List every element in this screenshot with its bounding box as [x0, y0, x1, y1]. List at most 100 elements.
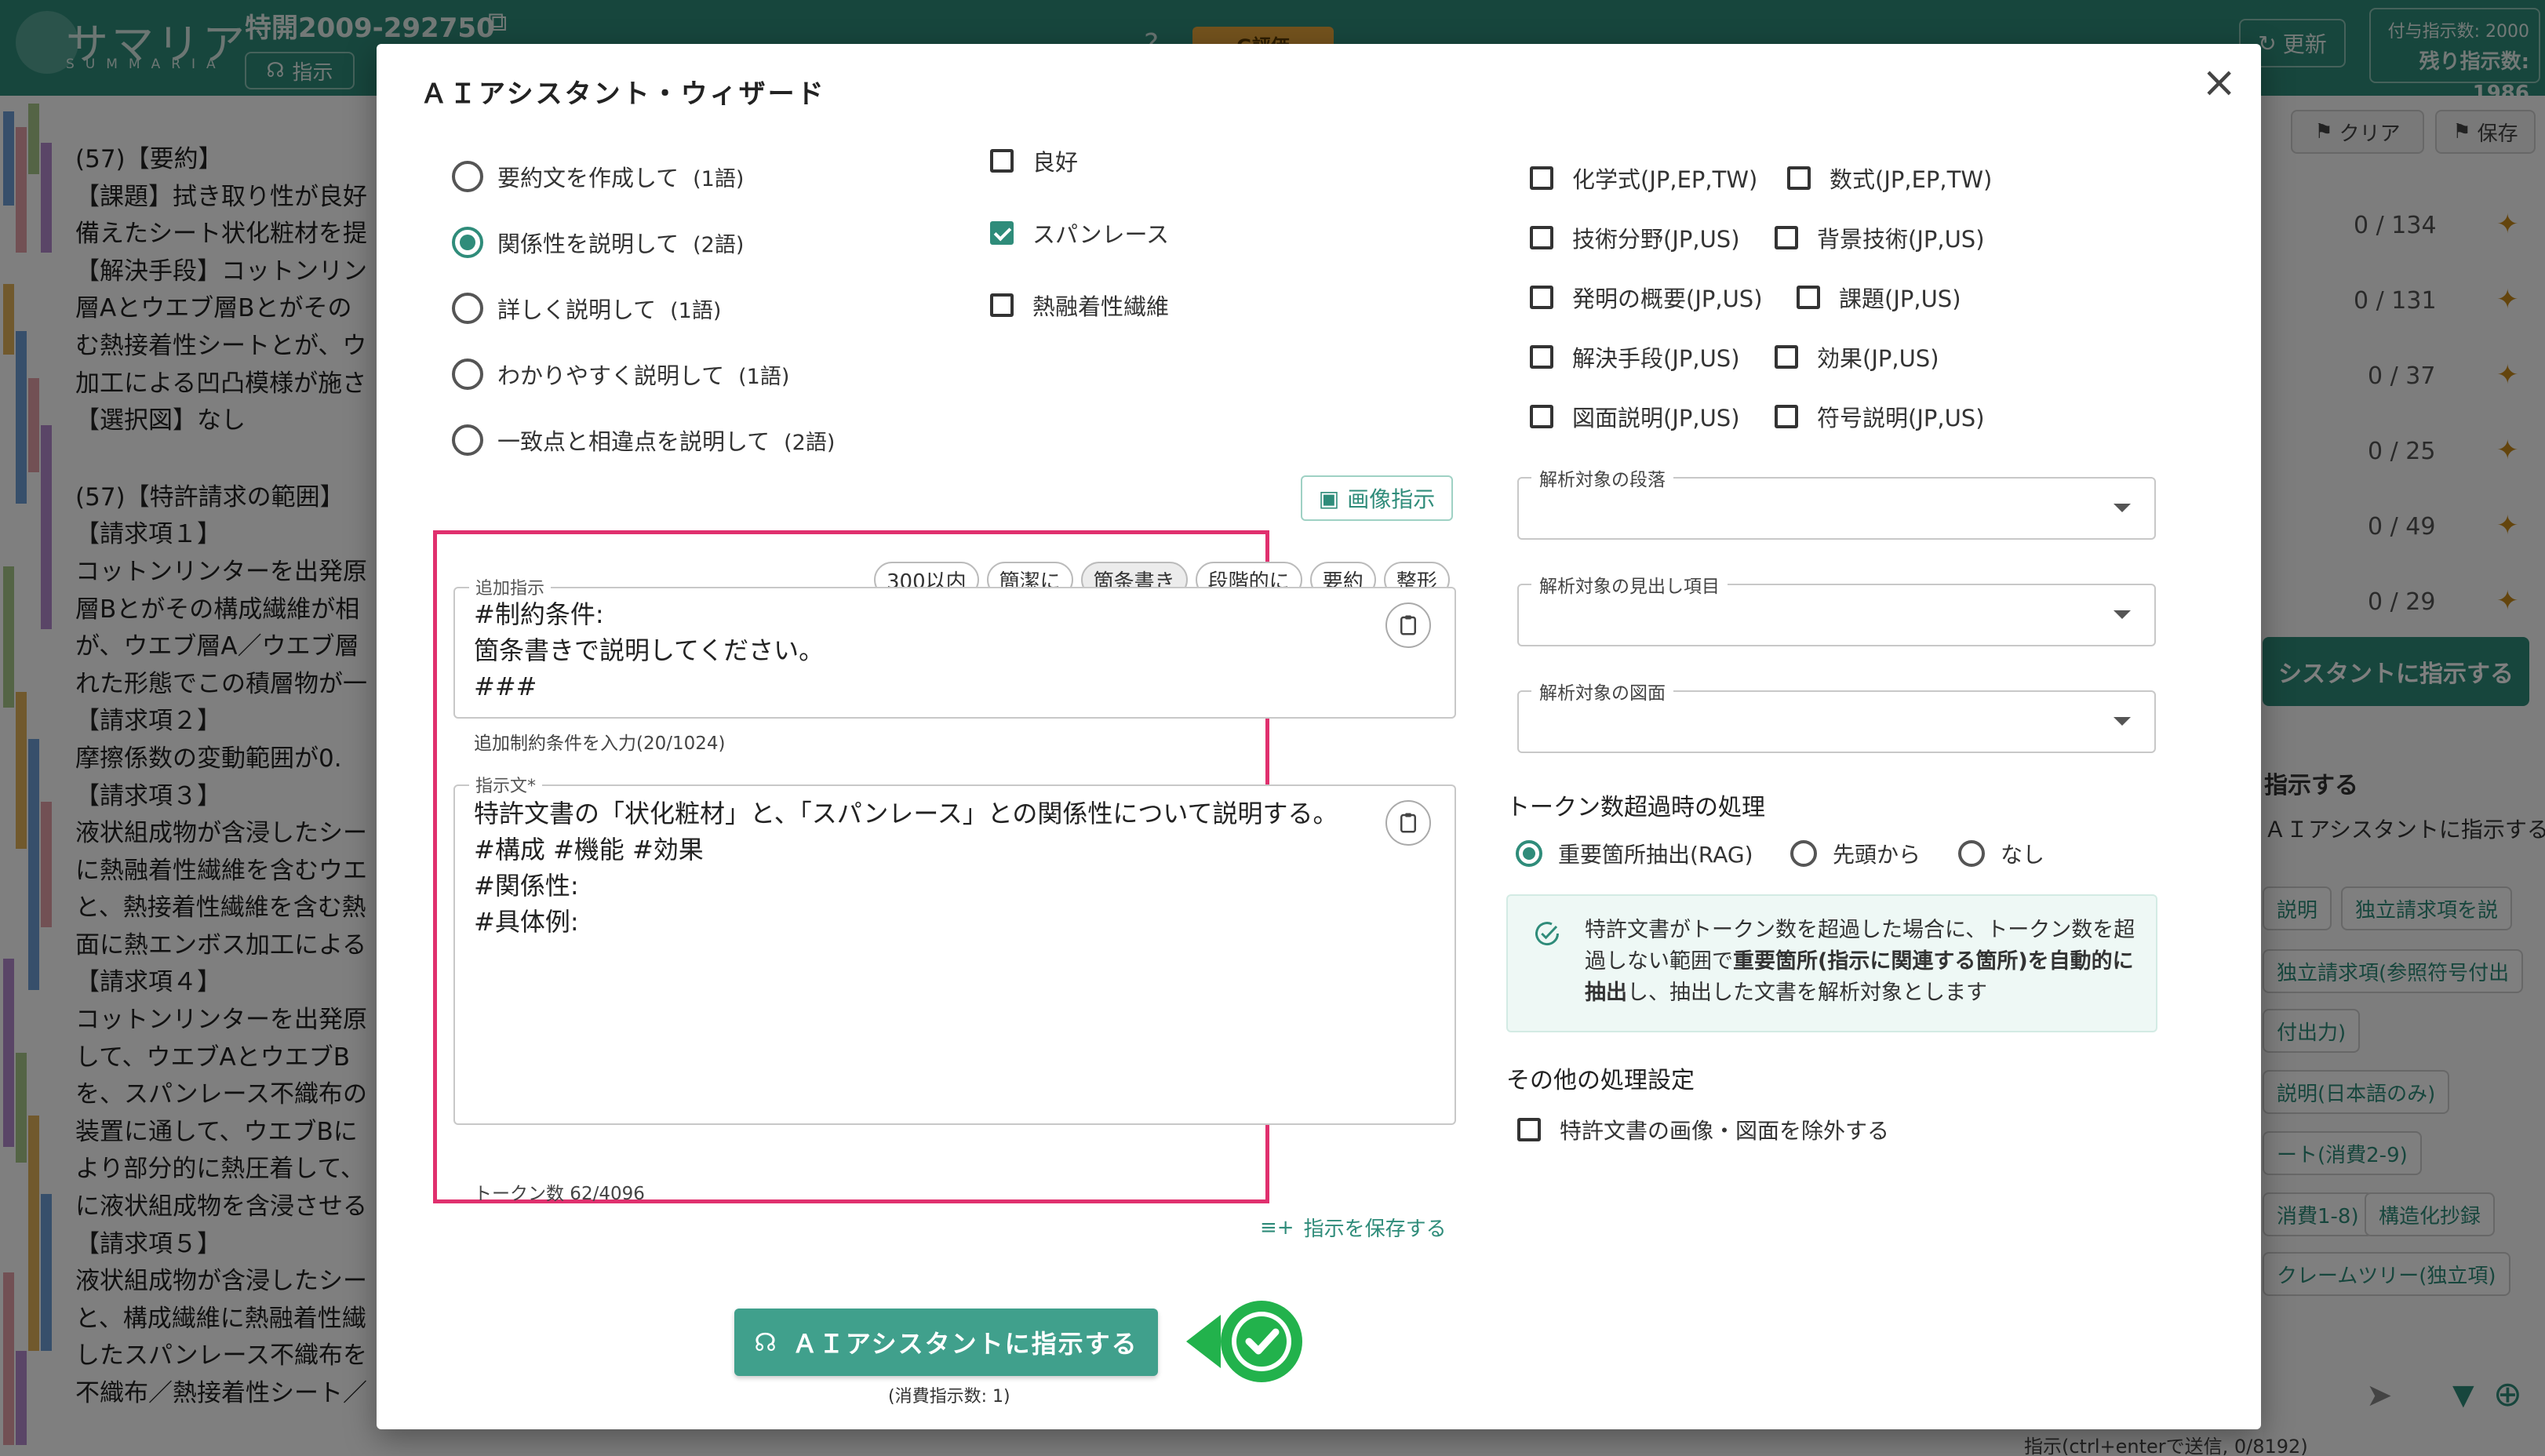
section-label: 技術分野(JP,US)	[1572, 226, 1740, 253]
other-settings-title: その他の処理設定	[1506, 1067, 1695, 1094]
checkbox[interactable]	[1775, 226, 1798, 249]
checkbox[interactable]	[990, 149, 1014, 173]
token-option-label: なし	[2001, 842, 2045, 868]
clipboard-icon[interactable]	[1385, 602, 1431, 648]
section-label: 課題(JP,US)	[1839, 286, 1961, 312]
submit-button[interactable]: ☊ ＡＩアシスタントに指示する	[734, 1309, 1158, 1376]
save-instruction-label: 指示を保存する	[1303, 1218, 1447, 1241]
checkbox[interactable]	[990, 221, 1014, 245]
figure-select-label: 解析対象の図面	[1531, 678, 1673, 704]
checkbox[interactable]	[1530, 286, 1553, 309]
option-label: わかりやすく説明して	[497, 362, 725, 389]
keyword-label: 熱融着性繊維	[1032, 293, 1170, 320]
section-label: 化学式(JP,EP,TW)	[1572, 166, 1758, 193]
close-icon[interactable]: ×	[2201, 61, 2237, 104]
option-detail[interactable]: 詳しく説明して (1語)	[452, 292, 721, 325]
token-option-label: 重要箇所抽出(RAG)	[1558, 842, 1753, 868]
token-overflow-title: トークン数超過時の処理	[1506, 794, 1765, 821]
checkbox[interactable]	[1517, 1118, 1541, 1141]
section-checkbox[interactable]: 課題(JP,US)	[1797, 281, 1961, 314]
heading-select-label: 解析対象の見出し項目	[1531, 571, 1728, 598]
token-option-head[interactable]: 先頭から	[1790, 838, 1921, 869]
checkbox[interactable]	[1530, 226, 1553, 249]
image-instruction-button[interactable]: ▣ 画像指示	[1301, 475, 1453, 521]
option-label: 要約文を作成して	[497, 165, 679, 191]
save-instruction-link[interactable]: ≡+ 指示を保存する	[1260, 1213, 1447, 1242]
exclude-images-checkbox[interactable]: 特許文書の画像・図面を除外する	[1517, 1114, 1889, 1145]
token-info-text: 特許文書がトークン数を超過した場合に、トークン数を超過しない範囲で重要箇所(指示…	[1585, 915, 2150, 1009]
add-image-icon: ▣	[1318, 485, 1340, 511]
dialog-title: ＡＩアシスタント・ウィザード	[421, 78, 826, 110]
keyword-checkbox[interactable]: スパンレース	[990, 217, 1169, 249]
section-label: 符号説明(JP,US)	[1817, 405, 1985, 431]
token-option-none[interactable]: なし	[1958, 838, 2044, 869]
keyword-checkbox[interactable]: 熱融着性繊維	[990, 289, 1169, 322]
checkbox[interactable]	[1775, 405, 1798, 428]
token-info-box: 特許文書がトークン数を超過した場合に、トークン数を超過しない範囲で重要箇所(指示…	[1506, 894, 2157, 1032]
clipboard-icon[interactable]	[1385, 800, 1431, 846]
option-compare[interactable]: 一致点と相違点を説明して (2語)	[452, 424, 835, 457]
ai-assistant-wizard-dialog: ＡＩアシスタント・ウィザード × 要約文を作成して (1語) 関係性を説明して …	[377, 44, 2261, 1429]
additional-instruction-helper: 追加制約条件を入力(20/1024)	[474, 733, 726, 754]
section-checkbox[interactable]: 数式(JP,EP,TW)	[1787, 162, 1992, 195]
option-note: (2語)	[784, 430, 836, 455]
option-relation[interactable]: 関係性を説明して (2語)	[452, 226, 744, 259]
checkbox[interactable]	[1530, 405, 1553, 428]
prompt-label: 指示文*	[469, 772, 543, 797]
token-option-label: 先頭から	[1833, 842, 1921, 868]
playlist-add-icon: ≡+	[1260, 1215, 1294, 1239]
keyword-label: 良好	[1032, 149, 1079, 176]
paragraph-select-label: 解析対象の段落	[1531, 464, 1673, 491]
prompt-input[interactable]: 特許文書の「状化粧材」と、「スパンレース」との関係性について説明する。 #構成 …	[474, 795, 1338, 940]
section-checkbox[interactable]: 図面説明(JP,US)	[1530, 400, 1740, 433]
section-checkbox[interactable]: 発明の概要(JP,US)	[1530, 281, 1763, 314]
check-circle-icon	[1535, 922, 1560, 946]
option-note: (1語)	[670, 298, 722, 323]
consumption-note: (消費指示数: 1)	[888, 1387, 1010, 1407]
token-option-rag[interactable]: 重要箇所抽出(RAG)	[1516, 838, 1753, 869]
section-checkbox[interactable]: 背景技術(JP,US)	[1775, 221, 1985, 254]
section-checkbox[interactable]: 化学式(JP,EP,TW)	[1530, 162, 1757, 195]
section-checkbox[interactable]: 効果(JP,US)	[1775, 340, 1939, 373]
section-label: 図面説明(JP,US)	[1572, 405, 1740, 431]
radio-button[interactable]	[452, 161, 483, 192]
radio-button[interactable]	[1516, 840, 1542, 867]
submit-button-label: ＡＩアシスタントに指示する	[792, 1329, 1138, 1359]
checkbox[interactable]	[1797, 286, 1820, 309]
chevron-down-icon	[2114, 717, 2131, 726]
radio-button[interactable]	[1790, 840, 1817, 867]
radio-button[interactable]	[1958, 840, 1985, 867]
option-label: 詳しく説明して	[497, 297, 657, 323]
checkbox[interactable]	[1530, 166, 1553, 190]
section-checkbox[interactable]: 符号説明(JP,US)	[1775, 400, 1985, 433]
radio-button[interactable]	[452, 227, 483, 258]
keyword-checkbox[interactable]: 良好	[990, 144, 1078, 177]
section-checkbox[interactable]: 解決手段(JP,US)	[1530, 340, 1740, 373]
keyword-label: スパンレース	[1032, 221, 1170, 248]
option-note: (2語)	[693, 232, 745, 257]
info-text-post: し、抽出した文書を解析対象とします	[1627, 981, 1987, 1005]
section-checkbox[interactable]: 技術分野(JP,US)	[1530, 221, 1740, 254]
radio-button[interactable]	[452, 359, 483, 390]
section-label: 数式(JP,EP,TW)	[1830, 166, 1993, 193]
chevron-down-icon	[2114, 504, 2131, 512]
section-label: 効果(JP,US)	[1817, 345, 1939, 372]
option-note: (1語)	[693, 166, 745, 191]
checkbox[interactable]	[1530, 345, 1553, 369]
checkbox[interactable]	[1775, 345, 1798, 369]
radio-button[interactable]	[452, 293, 483, 324]
section-label: 背景技術(JP,US)	[1817, 226, 1985, 253]
checkbox[interactable]	[990, 293, 1014, 317]
check-badge-icon	[1186, 1301, 1302, 1382]
checkbox[interactable]	[1787, 166, 1811, 190]
chevron-down-icon	[2114, 610, 2131, 619]
option-summary[interactable]: 要約文を作成して (1語)	[452, 160, 744, 193]
option-note: (1語)	[738, 364, 790, 389]
section-label: 発明の概要(JP,US)	[1572, 286, 1763, 312]
additional-instruction-input[interactable]: #制約条件: 箇条書きで説明してください。 ###	[474, 596, 824, 704]
option-easy[interactable]: わかりやすく説明して (1語)	[452, 358, 789, 391]
radio-button[interactable]	[452, 424, 483, 456]
headset-icon: ☊	[754, 1327, 778, 1357]
section-label: 解決手段(JP,US)	[1572, 345, 1740, 372]
token-count: トークン数 62/4096	[474, 1184, 645, 1204]
